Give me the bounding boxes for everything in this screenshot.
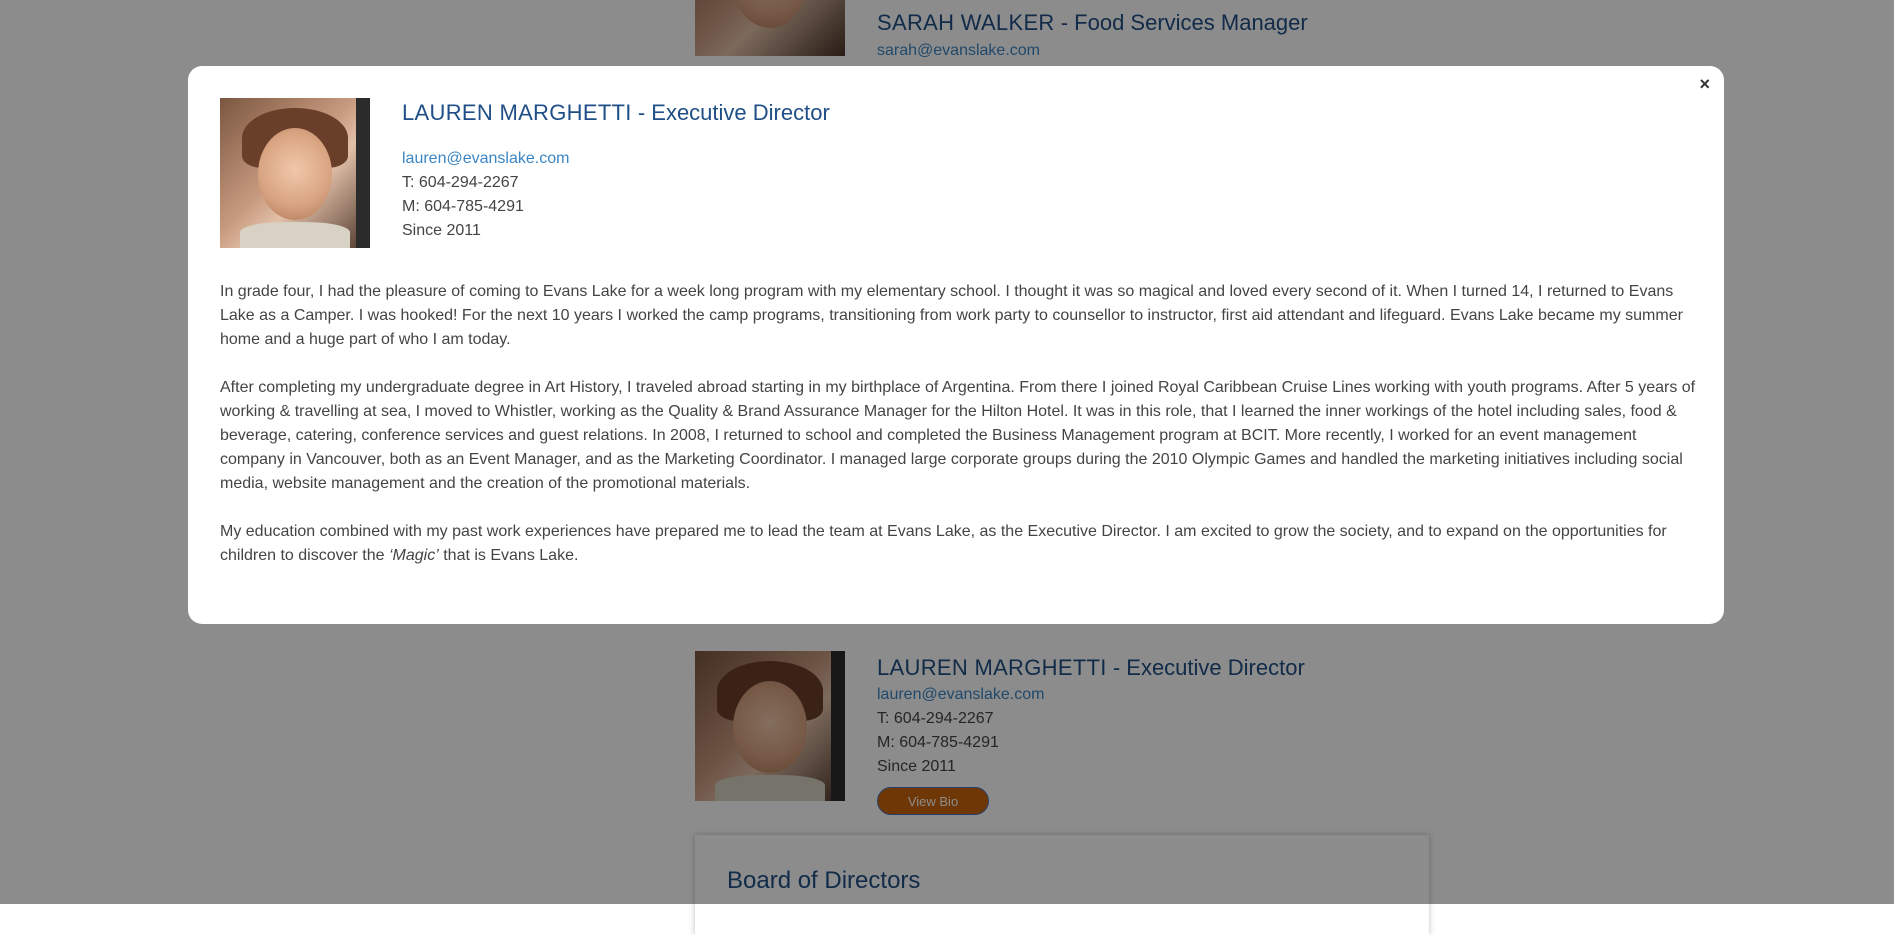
modal-bio: In grade four, I had the pleasure of com… <box>220 280 1700 592</box>
photo-background <box>356 98 370 248</box>
modal-since: Since 2011 <box>402 222 481 239</box>
modal-email[interactable]: lauren@evanslake.com <box>402 150 569 168</box>
bio-paragraph-3: My education combined with my past work … <box>220 520 1700 568</box>
modal-photo <box>220 98 370 248</box>
bio-modal: × LAUREN MARGHETTI - Executive Director … <box>188 66 1724 624</box>
modal-role-text: - Executive Director <box>631 100 830 125</box>
bio-paragraph-1: In grade four, I had the pleasure of com… <box>220 283 1683 348</box>
bio-paragraph-2: After completing my undergraduate degree… <box>220 379 1696 492</box>
modal-mobile: M: 604-785-4291 <box>402 198 524 215</box>
modal-phone: T: 604-294-2267 <box>402 174 519 191</box>
modal-name-text: LAUREN MARGHETTI <box>402 100 632 125</box>
bio-paragraph-3-emphasis: ‘Magic’ <box>388 547 439 564</box>
close-icon[interactable]: × <box>1699 74 1710 95</box>
modal-name: LAUREN MARGHETTI - Executive Director <box>402 100 830 126</box>
bio-paragraph-3-end: that is Evans Lake. <box>438 547 579 564</box>
photo-shirt <box>240 222 350 248</box>
photo-face <box>258 128 332 220</box>
